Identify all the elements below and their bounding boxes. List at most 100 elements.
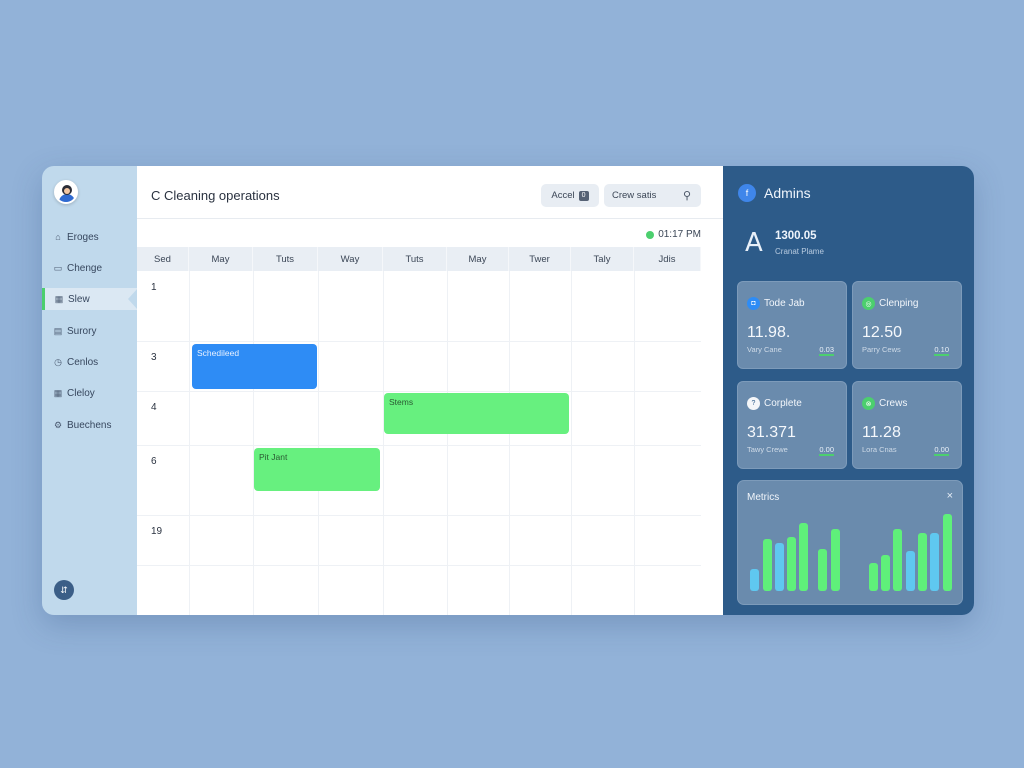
metrics-bar xyxy=(893,529,902,591)
metrics-chart xyxy=(750,514,952,591)
stat-card[interactable]: ? Corplete 31.371 Tawy Crewe 0.00 xyxy=(737,381,847,469)
metrics-bar xyxy=(818,549,827,591)
column-header: Sed xyxy=(137,247,189,271)
grid-line xyxy=(383,271,384,615)
metrics-bar xyxy=(918,533,927,591)
card-value: 12.50 xyxy=(862,324,903,341)
timestamp: 01:17 PM xyxy=(646,229,701,240)
card-header: ? Corplete xyxy=(747,397,802,410)
page-title: C Cleaning operations xyxy=(151,188,280,203)
card-subtitle: Vary Cane xyxy=(747,345,782,354)
sidebar-item-label: Cenlos xyxy=(67,356,99,368)
main-content: C Cleaning operations Accel 0 Crew satis… xyxy=(137,166,723,615)
column-header: Tuts xyxy=(253,247,318,271)
metrics-bar xyxy=(799,523,808,591)
admin-icon: f xyxy=(738,184,756,202)
folder-icon: ▭ xyxy=(53,263,63,273)
search-input[interactable]: Crew satis ⚲ xyxy=(604,184,701,207)
card-title: Clenping xyxy=(879,298,919,309)
avatar[interactable] xyxy=(54,180,78,204)
stat-card[interactable]: ◎ Clenping 12.50 Parry Cews 0.10 xyxy=(852,281,962,369)
accel-label: Accel xyxy=(551,190,575,201)
sidebar-item-label: Slew xyxy=(68,293,90,305)
calendar-event[interactable]: Pit Jant xyxy=(254,448,380,491)
card-header: ◘ Tode Jab xyxy=(747,297,805,310)
grid-line xyxy=(318,271,319,615)
stat-card[interactable]: ◘ Tode Jab 11.98. Vary Cane 0.03 xyxy=(737,281,847,369)
stat-card[interactable]: ⊗ Crews 11.28 Lora Cnas 0.00 xyxy=(852,381,962,469)
metrics-bar xyxy=(750,569,759,591)
card-subtitle: Parry Cews xyxy=(862,345,901,354)
sidebar-item-label: Chenge xyxy=(67,262,103,274)
card-change: 0.00 xyxy=(934,445,949,456)
row-label: 19 xyxy=(151,526,163,537)
job-icon: ◘ xyxy=(747,297,760,310)
calendar-event[interactable]: Stems xyxy=(384,393,569,434)
metrics-bar xyxy=(906,551,915,591)
grid-line xyxy=(571,271,572,615)
card-value: 11.98. xyxy=(747,324,791,341)
metrics-bar xyxy=(831,529,840,591)
grid-line xyxy=(137,565,701,566)
admin-subtitle: Cranat Plame xyxy=(775,247,824,256)
metrics-bar xyxy=(775,543,784,591)
sidebar-item-cenlos[interactable]: ◷ Cenlos xyxy=(42,351,137,373)
sidebar-item-label: Eroges xyxy=(67,231,99,243)
search-label: Crew satis xyxy=(612,190,657,201)
grid-line xyxy=(447,271,448,615)
card-title: Crews xyxy=(879,398,908,409)
grid-icon: ▦ xyxy=(53,388,63,398)
search-icon[interactable]: ⚲ xyxy=(683,189,691,202)
metrics-bar xyxy=(763,539,772,591)
card-title: Tode Jab xyxy=(764,298,805,309)
metrics-bar xyxy=(881,555,890,591)
sidebar-item-cleloy[interactable]: ▦ Cleloy xyxy=(42,382,137,404)
sidebar-item-label: Cleloy xyxy=(67,387,95,399)
accel-button[interactable]: Accel 0 xyxy=(541,184,599,207)
topbar: C Cleaning operations Accel 0 Crew satis… xyxy=(137,166,723,219)
grid-line xyxy=(137,391,701,392)
sidebar-item-surory[interactable]: ▤ Surory xyxy=(42,320,137,342)
row-label: 4 xyxy=(151,402,157,413)
column-header: May xyxy=(189,247,253,271)
card-value: 11.28 xyxy=(862,424,901,441)
column-header: Way xyxy=(318,247,383,271)
row-label: 6 xyxy=(151,456,157,467)
lock-icon: ⌂ xyxy=(55,232,61,242)
sidebar-item-eroges[interactable]: ⌂ Eroges xyxy=(42,226,137,248)
clock-icon: ◷ xyxy=(54,357,62,367)
settings-icon: ⚙ xyxy=(53,420,63,430)
crews-icon: ⊗ xyxy=(862,397,875,410)
row-label: 3 xyxy=(151,352,157,363)
calendar-event[interactable]: Schedileed xyxy=(192,344,317,389)
grid-line xyxy=(189,271,190,615)
column-header: Tuts xyxy=(383,247,447,271)
collapse-icon[interactable]: ⇵ xyxy=(54,580,74,600)
card-header: ⊗ Crews xyxy=(862,397,907,410)
column-header: Twer xyxy=(509,247,571,271)
calendar-icon: ▦ xyxy=(54,294,64,304)
timestamp-text: 01:17 PM xyxy=(658,229,701,240)
grid-line xyxy=(137,515,701,516)
grid-line xyxy=(509,271,510,615)
calendar-grid: Sed May Tuts Way Tuts May Twer Taly Jdis 1 3 4 6 19 Sc… xyxy=(137,247,701,615)
column-header: Jdis xyxy=(634,247,701,271)
status-dot-icon xyxy=(646,230,655,239)
card-subtitle: Lora Cnas xyxy=(862,445,897,454)
sidebar: ⌂ Eroges ▭ Chenge ▦ Slew ▤ Surory ◷ Cenlos ▦ Cleloy… xyxy=(42,166,138,615)
sidebar-item-chenge[interactable]: ▭ Chenge xyxy=(42,257,137,279)
card-title: Corplete xyxy=(764,398,802,409)
grid-line xyxy=(253,271,254,615)
sidebar-item-buechens[interactable]: ⚙ Buechens xyxy=(42,414,137,436)
accel-badge: 0 xyxy=(578,190,589,201)
card-value: 31.371 xyxy=(747,424,796,441)
grid-line xyxy=(634,271,635,615)
metrics-bar xyxy=(930,533,939,591)
admin-value: 1300.05 xyxy=(775,230,817,242)
sidebar-item-slew[interactable]: ▦ Slew xyxy=(42,288,138,310)
metrics-bar xyxy=(943,514,952,591)
grid-line xyxy=(137,341,701,342)
panel-title: Admins xyxy=(764,185,811,201)
admin-panel: f Admins A 1300.05 Cranat Plame ◘ Tode Ja… xyxy=(723,166,974,615)
row-label: 1 xyxy=(151,282,157,293)
